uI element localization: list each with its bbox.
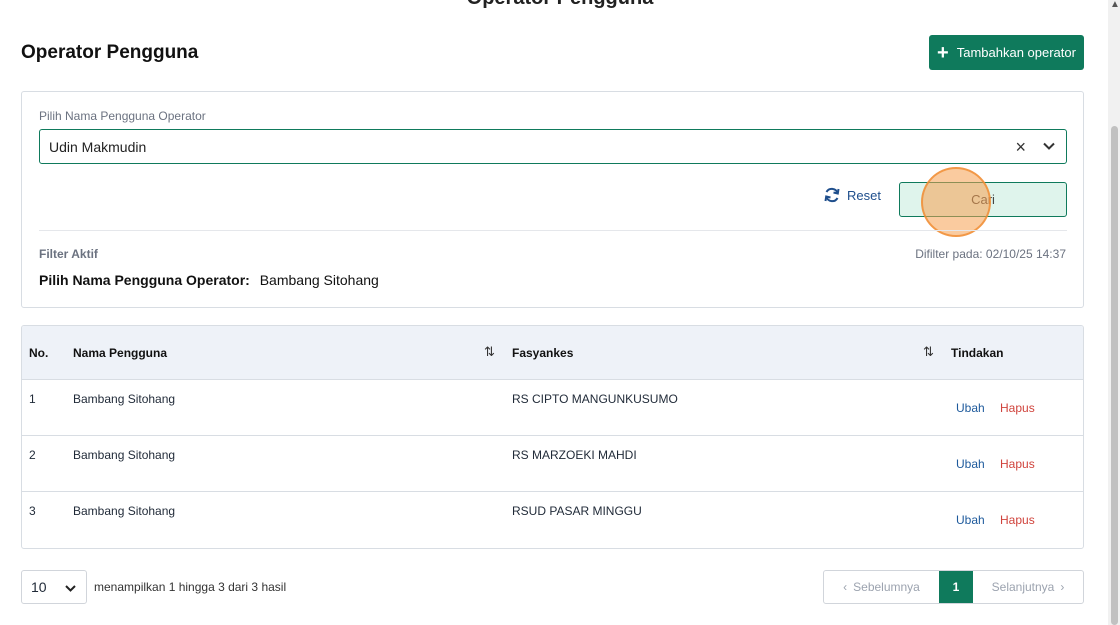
column-header-name: Nama Pengguna — [73, 346, 168, 360]
per-page-select[interactable]: 10 — [21, 570, 87, 604]
chevron-left-icon: ‹ — [843, 580, 848, 594]
active-filter-label: Filter Aktif — [39, 247, 98, 261]
delete-link[interactable]: Hapus — [1000, 513, 1035, 527]
results-summary: menampilkan 1 hingga 3 dari 3 hasil — [94, 580, 287, 594]
search-button[interactable]: Cari — [899, 182, 1067, 217]
column-header-no: No. — [29, 346, 49, 360]
top-page-title: Operator Pengguna — [0, 0, 1120, 10]
column-header-facility: Fasyankes — [512, 346, 574, 360]
active-filter-value: Bambang Sitohang — [259, 272, 379, 288]
scroll-up-icon[interactable]: ▲ — [1110, 0, 1120, 10]
previous-page-button[interactable]: ‹ Sebelumnya — [824, 571, 939, 603]
edit-link[interactable]: Ubah — [956, 513, 985, 527]
filtered-at-timestamp: Difilter pada: 02/10/25 14:37 — [915, 247, 1066, 261]
previous-page-label: Sebelumnya — [853, 580, 920, 594]
active-filter-key: Pilih Nama Pengguna Operator: — [39, 272, 250, 288]
next-page-button[interactable]: Selanjutnya › — [973, 571, 1083, 603]
vertical-scrollbar[interactable]: ▲ — [1108, 0, 1120, 625]
sort-icon[interactable]: ⇅ — [923, 344, 934, 360]
row-facility: RS CIPTO MANGUNKUSUMO — [512, 392, 678, 406]
table-row: 2 Bambang Sitohang RS MARZOEKI MAHDI Uba… — [22, 436, 1083, 492]
reset-button[interactable]: Reset — [823, 186, 881, 204]
table-header: No. Nama Pengguna ⇅ Fasyankes ⇅ Tindakan — [22, 326, 1083, 380]
search-label: Cari — [971, 192, 995, 207]
row-user-name: Bambang Sitohang — [73, 504, 176, 518]
filter-card: Pilih Nama Pengguna Operator Udin Makmud… — [21, 91, 1084, 308]
row-number: 1 — [29, 392, 36, 406]
reset-label: Reset — [847, 187, 881, 203]
page-header: Operator Pengguna + Tambahkan operator — [21, 35, 1084, 71]
active-filter-item: Pilih Nama Pengguna Operator: Bambang Si… — [39, 272, 379, 288]
table-row: 3 Bambang Sitohang RSUD PASAR MINGGU Uba… — [22, 492, 1083, 548]
chevron-right-icon: › — [1060, 580, 1065, 594]
refresh-icon — [824, 187, 840, 203]
add-operator-label: Tambahkan operator — [956, 45, 1076, 60]
per-page-value: 10 — [31, 579, 47, 595]
table-row: 1 Bambang Sitohang RS CIPTO MANGUNKUSUMO… — [22, 380, 1083, 436]
operator-table: No. Nama Pengguna ⇅ Fasyankes ⇅ Tindakan… — [21, 325, 1084, 549]
plus-icon: + — [937, 41, 949, 64]
current-page-button[interactable]: 1 — [939, 571, 973, 603]
row-number: 3 — [29, 504, 36, 518]
column-header-actions: Tindakan — [951, 346, 1004, 360]
row-facility: RSUD PASAR MINGGU — [512, 504, 642, 518]
operator-select-label: Pilih Nama Pengguna Operator — [39, 109, 206, 123]
delete-link[interactable]: Hapus — [1000, 401, 1035, 415]
edit-link[interactable]: Ubah — [956, 457, 985, 471]
page-title: Operator Pengguna — [21, 42, 199, 63]
row-facility: RS MARZOEKI MAHDI — [512, 448, 637, 462]
close-icon[interactable]: × — [1015, 137, 1026, 158]
row-user-name: Bambang Sitohang — [73, 448, 176, 462]
scroll-thumb[interactable] — [1111, 126, 1118, 625]
add-operator-button[interactable]: + Tambahkan operator — [929, 35, 1084, 70]
chevron-down-icon[interactable] — [1042, 139, 1056, 153]
sort-icon[interactable]: ⇅ — [484, 344, 495, 360]
divider — [39, 230, 1067, 231]
edit-link[interactable]: Ubah — [956, 401, 985, 415]
next-page-label: Selanjutnya — [991, 580, 1055, 594]
chevron-down-icon — [65, 585, 76, 592]
row-user-name: Bambang Sitohang — [73, 392, 176, 406]
operator-select[interactable]: Udin Makmudin × — [39, 129, 1067, 164]
pagination: ‹ Sebelumnya 1 Selanjutnya › — [823, 570, 1084, 604]
operator-select-value: Udin Makmudin — [49, 139, 147, 155]
row-number: 2 — [29, 448, 36, 462]
delete-link[interactable]: Hapus — [1000, 457, 1035, 471]
